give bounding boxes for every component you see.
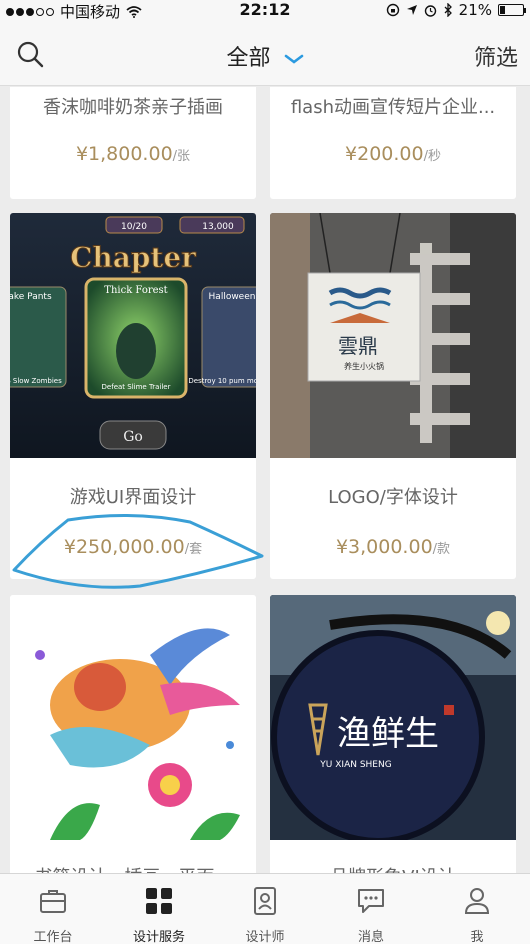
game-counter-b: 13,000 (202, 222, 234, 232)
product-price: ¥3,000.00/款 (335, 536, 451, 558)
logo-sign-image: 雲鼎 养生小火锅 (270, 213, 516, 458)
game-go-button: Go (123, 429, 143, 445)
game-ui-image: 10/20 13,000 Chapter ake Pants Thick For… (10, 213, 256, 458)
tab-workbench[interactable]: 工作台 (0, 874, 106, 944)
product-card[interactable]: 香沫咖啡奶茶亲子插画 ¥1,800.00/张 (10, 87, 256, 199)
game-center-caption: Defeat Slime Trailer (102, 383, 171, 391)
nav-bar: 全部 筛选 (0, 22, 530, 86)
product-title: 书籍设计、插画、平面... (10, 863, 256, 873)
brand-sign-illustration: 渔鲜生 YU XIAN SHENG (270, 595, 516, 840)
status-right: 21% (386, 1, 526, 19)
id-card-icon (254, 887, 276, 915)
product-grid: 香沫咖啡奶茶亲子插画 ¥1,800.00/张 flash动画宣传短片企业... … (0, 87, 530, 873)
game-center-panel: Thick Forest (104, 285, 167, 296)
tab-label: 我 (470, 930, 484, 944)
briefcase-icon (40, 890, 66, 913)
logo-mark: 雲鼎 (338, 334, 378, 358)
tab-me[interactable]: 我 (424, 874, 530, 944)
user-icon (464, 888, 490, 914)
product-title: 游戏UI界面设计 (69, 487, 197, 508)
tab-label: 消息 (357, 930, 384, 944)
tab-designers[interactable]: 设计师 (212, 874, 318, 944)
game-left-caption: S Slow Zombies (10, 377, 62, 385)
battery-icon (498, 4, 526, 16)
sign-brand-en: YU XIAN SHENG (319, 760, 391, 770)
filter-button[interactable]: 筛选 (474, 40, 518, 72)
product-title: 品牌形象VI设计 (270, 863, 516, 873)
illustration-image (10, 595, 256, 840)
logo-sign-illustration: 雲鼎 养生小火锅 (270, 213, 516, 458)
status-bar: 中国移动 22:12 21% (0, 0, 530, 22)
product-card[interactable]: 书籍设计、插画、平面... (10, 595, 256, 873)
product-title: 香沫咖啡奶茶亲子插画 (43, 97, 223, 118)
product-title: flash动画宣传短片企业... (290, 97, 496, 118)
tab-messages[interactable]: 消息 (318, 874, 424, 944)
tab-label: 工作台 (33, 930, 73, 944)
sign-brand-cn: 渔鲜生 (337, 714, 439, 754)
tab-label: 设计师 (245, 930, 285, 944)
product-price: ¥200.00/秒 (345, 143, 441, 165)
product-price: ¥250,000.00/套 (63, 536, 203, 558)
game-counter-a: 10/20 (121, 222, 147, 232)
chat-icon (358, 889, 384, 913)
grid-icon (146, 888, 172, 914)
product-title: LOGO/字体设计 (328, 487, 458, 508)
tab-label: 设计服务 (132, 930, 185, 944)
product-card[interactable]: flash动画宣传短片企业... ¥200.00/秒 (270, 87, 516, 199)
game-heading: Chapter (70, 241, 197, 274)
category-title: 全部 (226, 46, 271, 71)
product-card[interactable]: 10/20 13,000 Chapter ake Pants Thick For… (10, 213, 256, 579)
rotation-lock-icon (386, 3, 399, 17)
location-icon (406, 5, 417, 15)
category-dropdown[interactable]: 全部 (0, 40, 530, 72)
bluetooth-icon (444, 3, 452, 17)
game-right-caption: Destroy 10 pum monsters (188, 377, 256, 385)
game-ui-illustration: 10/20 13,000 Chapter ake Pants Thick For… (10, 213, 256, 458)
brand-sign-image: 渔鲜生 YU XIAN SHENG (270, 595, 516, 840)
game-left-panel: ake Pants (10, 292, 52, 302)
product-price: ¥1,800.00/张 (75, 143, 191, 165)
logo-brand-cn: 养生小火锅 (344, 361, 384, 371)
tab-bar: 工作台 设计服务 设计师 消息 我 (0, 873, 530, 944)
product-card[interactable]: 渔鲜生 YU XIAN SHENG 品牌形象VI设计 (270, 595, 516, 873)
bird-illustration (10, 595, 256, 840)
game-right-panel: Halloween (209, 292, 256, 302)
product-card[interactable]: 雲鼎 养生小火锅 LOGO/字体设计 ¥3,000.00/款 (270, 213, 516, 579)
alarm-icon (424, 4, 436, 17)
battery-percent: 21% (458, 1, 492, 19)
chevron-down-icon (284, 54, 303, 64)
tab-design-services[interactable]: 设计服务 (106, 874, 212, 944)
